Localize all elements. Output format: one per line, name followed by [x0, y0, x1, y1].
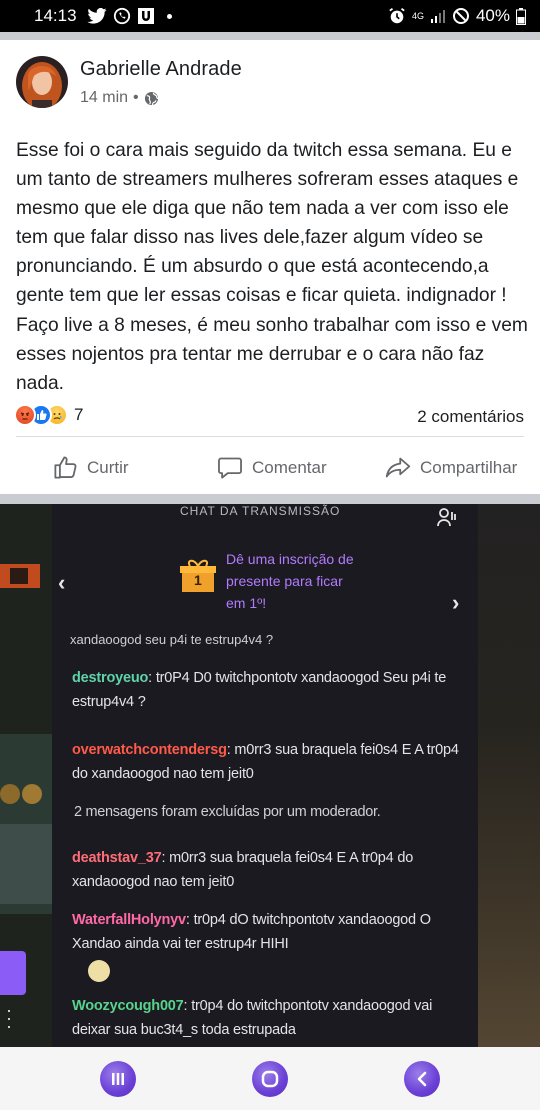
home-icon — [261, 1070, 279, 1088]
comment-label: Comentar — [252, 457, 327, 477]
post-separator — [0, 494, 540, 504]
comment-bubble-icon — [218, 457, 242, 479]
share-button[interactable]: Compartilhar — [384, 454, 517, 481]
like-label: Curtir — [87, 457, 129, 477]
post-meta: 14 min • — [80, 89, 159, 107]
post-time[interactable]: 14 min — [80, 89, 128, 107]
battery-icon — [516, 7, 526, 25]
moderation-notice: 2 mensagens foram excluídas por um moder… — [74, 804, 381, 820]
reactions-summary[interactable]: 7 — [14, 404, 83, 426]
chat-message: destroyeuo: tr0P4 D0 twitchpontotv xanda… — [72, 670, 447, 710]
monitor-frame — [478, 504, 540, 1047]
battery-percent: 40% — [475, 6, 510, 25]
globe-icon — [144, 91, 158, 105]
chat-username[interactable]: Woozycough007 — [72, 998, 184, 1014]
avatar[interactable] — [16, 56, 68, 108]
chat-cut-line: xandaoogod seu p4i te estrup4v4 ? — [70, 632, 274, 647]
twitter-notification-icon — [86, 8, 107, 24]
post-photo[interactable]: CHAT DA TRANSMISSÃO ‹ 1 Dê uma inscrição… — [0, 504, 540, 1047]
profile-photo — [16, 56, 68, 108]
chat-message: Woozycough007: tr0p4 do twitchpontotv xa… — [72, 998, 433, 1038]
post-actions: Curtir Comentar Compartilhar — [0, 448, 540, 488]
chat-username[interactable]: destroyeuo — [72, 670, 148, 686]
chat-message: overwatchcontendersg: m0rr3 sua braquela… — [72, 742, 459, 782]
status-time: 14:13 — [34, 6, 77, 25]
users-icon — [437, 508, 456, 527]
chevron-left-icon: ‹ — [58, 570, 66, 595]
angry-reaction-icon — [14, 404, 36, 426]
u-app-notification-icon — [137, 8, 154, 24]
reactions-count: 7 — [74, 405, 84, 424]
recent-apps-button[interactable] — [100, 1061, 136, 1097]
back-icon — [417, 1071, 427, 1087]
back-button[interactable] — [404, 1061, 440, 1097]
chat-username[interactable]: deathstav_37 — [72, 850, 162, 866]
recent-apps-icon — [112, 1073, 124, 1085]
emote-icon — [88, 960, 110, 982]
chevron-right-icon: › — [452, 590, 460, 615]
alarm-icon — [389, 8, 405, 24]
more-notifications-dot — [166, 13, 172, 19]
post-text: Esse foi o cara mais seguido da twitch e… — [16, 140, 528, 394]
reactions-divider — [16, 436, 524, 437]
comments-count[interactable]: 2 comentários — [417, 407, 524, 427]
comment-button[interactable]: Comentar — [216, 454, 327, 481]
system-nav-bar — [0, 1047, 540, 1110]
status-bar: 14:13 4G 40% — [0, 0, 540, 32]
thumbs-up-icon — [54, 456, 77, 479]
share-label: Compartilhar — [420, 457, 518, 477]
feed-separator — [0, 32, 540, 40]
chat-username[interactable]: overwatchcontendersg — [72, 742, 227, 758]
like-button[interactable]: Curtir — [52, 454, 129, 481]
gift-rank: 1 — [194, 572, 202, 588]
chat-side-button[interactable] — [0, 951, 26, 995]
chat-header: CHAT DA TRANSMISSÃO — [180, 504, 341, 518]
network-type: 4G — [411, 10, 424, 21]
meta-separator: • — [133, 89, 139, 106]
chat-username[interactable]: WaterfallHolynyv — [72, 912, 186, 928]
chat-message: WaterfallHolynyv: tr0p4 dO twitchpontotv… — [72, 912, 431, 952]
author-name[interactable]: Gabrielle Andrade — [80, 58, 242, 81]
signal-icon — [430, 10, 445, 23]
chat-message: deathstav_37: m0rr3 sua braquela fei0s4 … — [72, 850, 414, 890]
share-arrow-icon — [385, 457, 411, 478]
do-not-disturb-icon — [452, 8, 469, 24]
whatsapp-notification-icon — [113, 7, 130, 25]
gift-subscription-text[interactable]: Dê uma inscrição de presente para ficar … — [226, 548, 366, 614]
home-button[interactable] — [252, 1061, 288, 1097]
more-options-icon: · · · — [6, 1000, 12, 1036]
